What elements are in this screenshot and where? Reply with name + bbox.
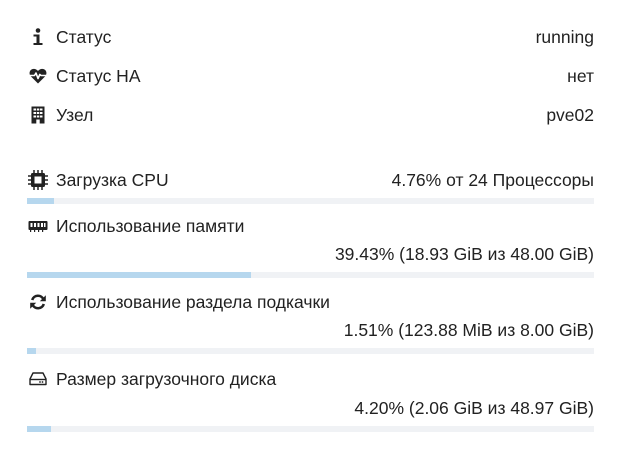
- swap-usage-bar-fill: [27, 348, 36, 354]
- status-row: Статус running: [27, 26, 594, 48]
- memory-usage-bar: [27, 272, 594, 278]
- memory-usage-bar-fill: [27, 272, 251, 278]
- bootdisk-usage-bar-fill: [27, 426, 51, 432]
- hdd-icon: [27, 368, 49, 390]
- bootdisk-row: Размер загрузочного диска: [27, 368, 594, 390]
- building-icon: [27, 104, 49, 126]
- node-label: Узел: [56, 105, 94, 125]
- cpu-value: 4.76% от 24 Процессоры: [391, 170, 594, 190]
- status-label: Статус: [56, 27, 112, 47]
- status-value: running: [535, 27, 594, 47]
- cpu-label: Загрузка CPU: [56, 170, 169, 190]
- cpu-usage-bar-fill: [27, 198, 54, 204]
- cpu-usage-bar: [27, 198, 594, 204]
- ha-status-value: нет: [567, 66, 594, 86]
- node-row: Узел pve02: [27, 104, 594, 126]
- memory-value: 39.43% (18.93 GiB из 48.00 GiB): [334, 244, 594, 264]
- heartbeat-icon: [27, 65, 49, 87]
- node-status-panel: Статус running Статус HA нет Узел pve02 …: [0, 0, 628, 449]
- node-value: pve02: [546, 105, 594, 125]
- memory-row: Использование памяти: [27, 215, 594, 237]
- memory-icon: [27, 215, 49, 237]
- swap-row: Использование раздела подкачки: [27, 291, 594, 313]
- ha-status-label: Статус HA: [56, 66, 141, 86]
- cpu-row: Загрузка CPU 4.76% от 24 Процессоры: [27, 169, 594, 191]
- bootdisk-value: 4.20% (2.06 GiB из 48.97 GiB): [354, 398, 594, 418]
- swap-label: Использование раздела подкачки: [56, 292, 330, 312]
- bootdisk-usage-bar: [27, 426, 594, 432]
- ha-status-row: Статус HA нет: [27, 65, 594, 87]
- swap-usage-bar: [27, 348, 594, 354]
- info-icon: [27, 26, 49, 48]
- bootdisk-label: Размер загрузочного диска: [56, 369, 277, 389]
- cpu-icon: [27, 169, 49, 191]
- memory-label: Использование памяти: [56, 216, 245, 236]
- refresh-icon: [27, 291, 49, 313]
- swap-value: 1.51% (123.88 MiB из 8.00 GiB): [343, 320, 594, 340]
